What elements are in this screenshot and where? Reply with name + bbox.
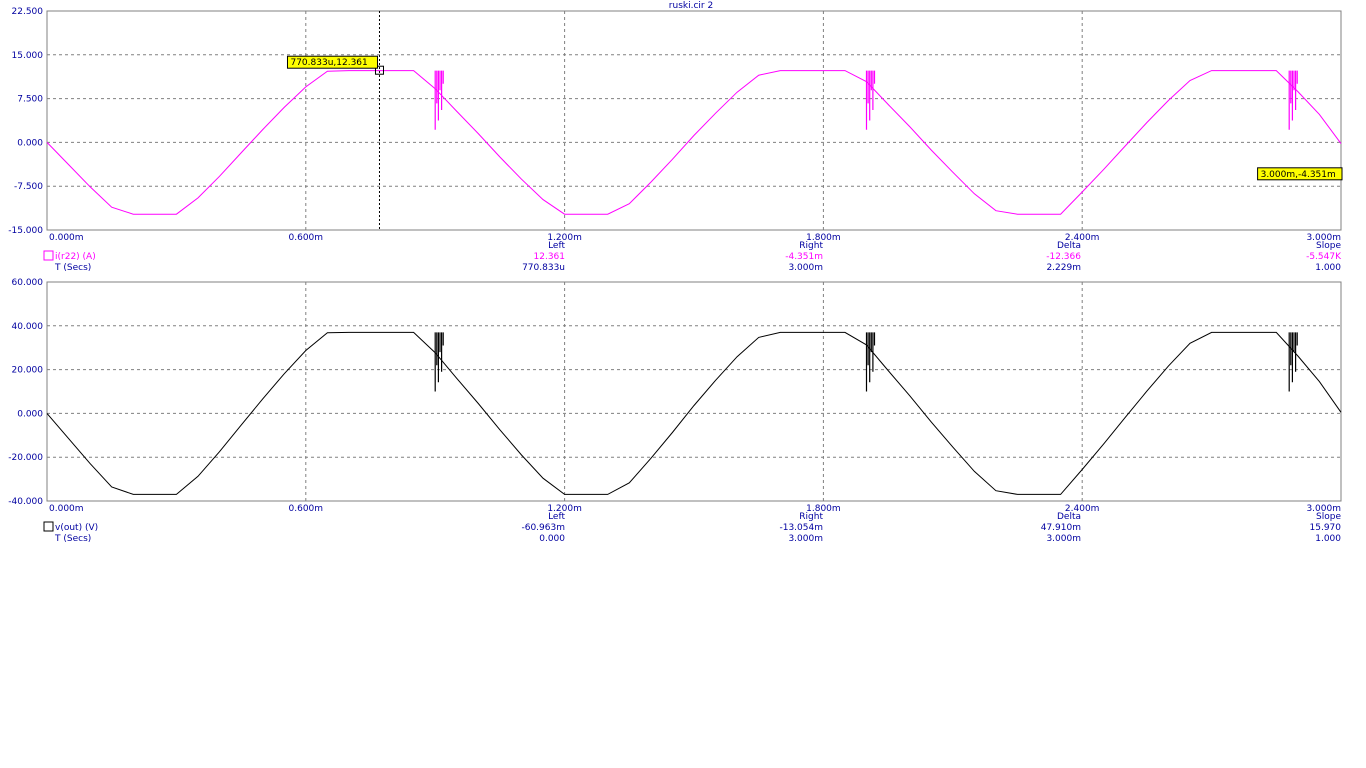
window-title: ruski.cir 2	[669, 1, 713, 11]
readout-value: 12.361	[534, 252, 566, 262]
y-tick-label: 7.500	[17, 95, 43, 105]
readout-value: 47.910m	[1041, 523, 1081, 533]
readout-header: Slope	[1316, 241, 1341, 251]
readout-value: 3.000m	[1046, 534, 1081, 544]
y-tick-label: 60.000	[12, 278, 44, 288]
plot-frame	[46, 10, 1342, 231]
readout-header: Slope	[1316, 512, 1341, 522]
readout-value: -13.054m	[779, 523, 823, 533]
series-oscillation-burst	[1288, 70, 1298, 130]
x-tick-label: 0.600m	[289, 504, 324, 514]
readout-value: -5.547K	[1306, 252, 1342, 262]
lower-plot: 60.000 40.000 20.000 0.000 -20.000 -40.000 0.0…	[8, 278, 1342, 544]
x-tick-label: 0.000m	[49, 233, 84, 243]
axis-variable-label: T (Secs)	[54, 263, 91, 273]
readout-header: Delta	[1057, 512, 1081, 522]
readout-value: 3.000m	[788, 263, 823, 273]
series-oscillation-burst	[434, 332, 444, 392]
y-tick-label: 15.000	[12, 51, 44, 61]
waveform-canvas[interactable]: ruski.cir 2 22.500 15.000 7.500 0.000 -7.500…	[0, 0, 1366, 768]
axis-variable-label: T (Secs)	[54, 534, 91, 544]
series-oscillation-burst	[865, 70, 876, 130]
readout-value: 15.970	[1310, 523, 1342, 533]
y-tick-label: -40.000	[8, 497, 43, 507]
y-tick-label: 40.000	[12, 322, 44, 332]
readout-header: Delta	[1057, 241, 1081, 251]
readout-value: 770.833u	[522, 263, 565, 273]
readout-value: 2.229m	[1046, 263, 1081, 273]
readout-header: Left	[548, 241, 565, 251]
cursor-left-value: 770.833u,12.361	[290, 58, 367, 68]
readout-header: Left	[548, 512, 565, 522]
readout-value: -60.963m	[521, 523, 565, 533]
y-tick-label: 20.000	[12, 366, 44, 376]
readout-value: -12.366	[1046, 252, 1081, 262]
readout-value: 1.000	[1315, 263, 1341, 273]
readout-value: 3.000m	[788, 534, 823, 544]
y-tick-label: -7.500	[14, 182, 43, 192]
upper-plot: 22.500 15.000 7.500 0.000 -7.500 -15.000 0.000…	[8, 7, 1343, 273]
series-oscillation-burst	[865, 332, 876, 392]
readout-value: 0.000	[539, 534, 565, 544]
series-legend-swatch	[43, 250, 54, 261]
readout-value: 1.000	[1315, 534, 1341, 544]
series-oscillation-burst	[434, 70, 444, 130]
series-legend-label: i(r22) (A)	[55, 252, 96, 262]
cursor-right-value: 3.000m,-4.351m	[1261, 170, 1336, 180]
readout-value: -4.351m	[785, 252, 823, 262]
readout-header: Right	[799, 512, 823, 522]
readout-header: Right	[799, 241, 823, 251]
y-tick-label: 0.000	[17, 138, 43, 148]
y-tick-label: -20.000	[8, 453, 43, 463]
y-tick-label: 22.500	[12, 7, 44, 17]
x-tick-label: 0.000m	[49, 504, 84, 514]
series-legend-label: v(out) (V)	[55, 523, 98, 533]
series-legend-swatch	[43, 521, 54, 532]
y-tick-label: -15.000	[8, 226, 43, 236]
series-oscillation-burst	[1288, 332, 1298, 392]
x-tick-label: 0.600m	[289, 233, 324, 243]
y-tick-label: 0.000	[17, 409, 43, 419]
